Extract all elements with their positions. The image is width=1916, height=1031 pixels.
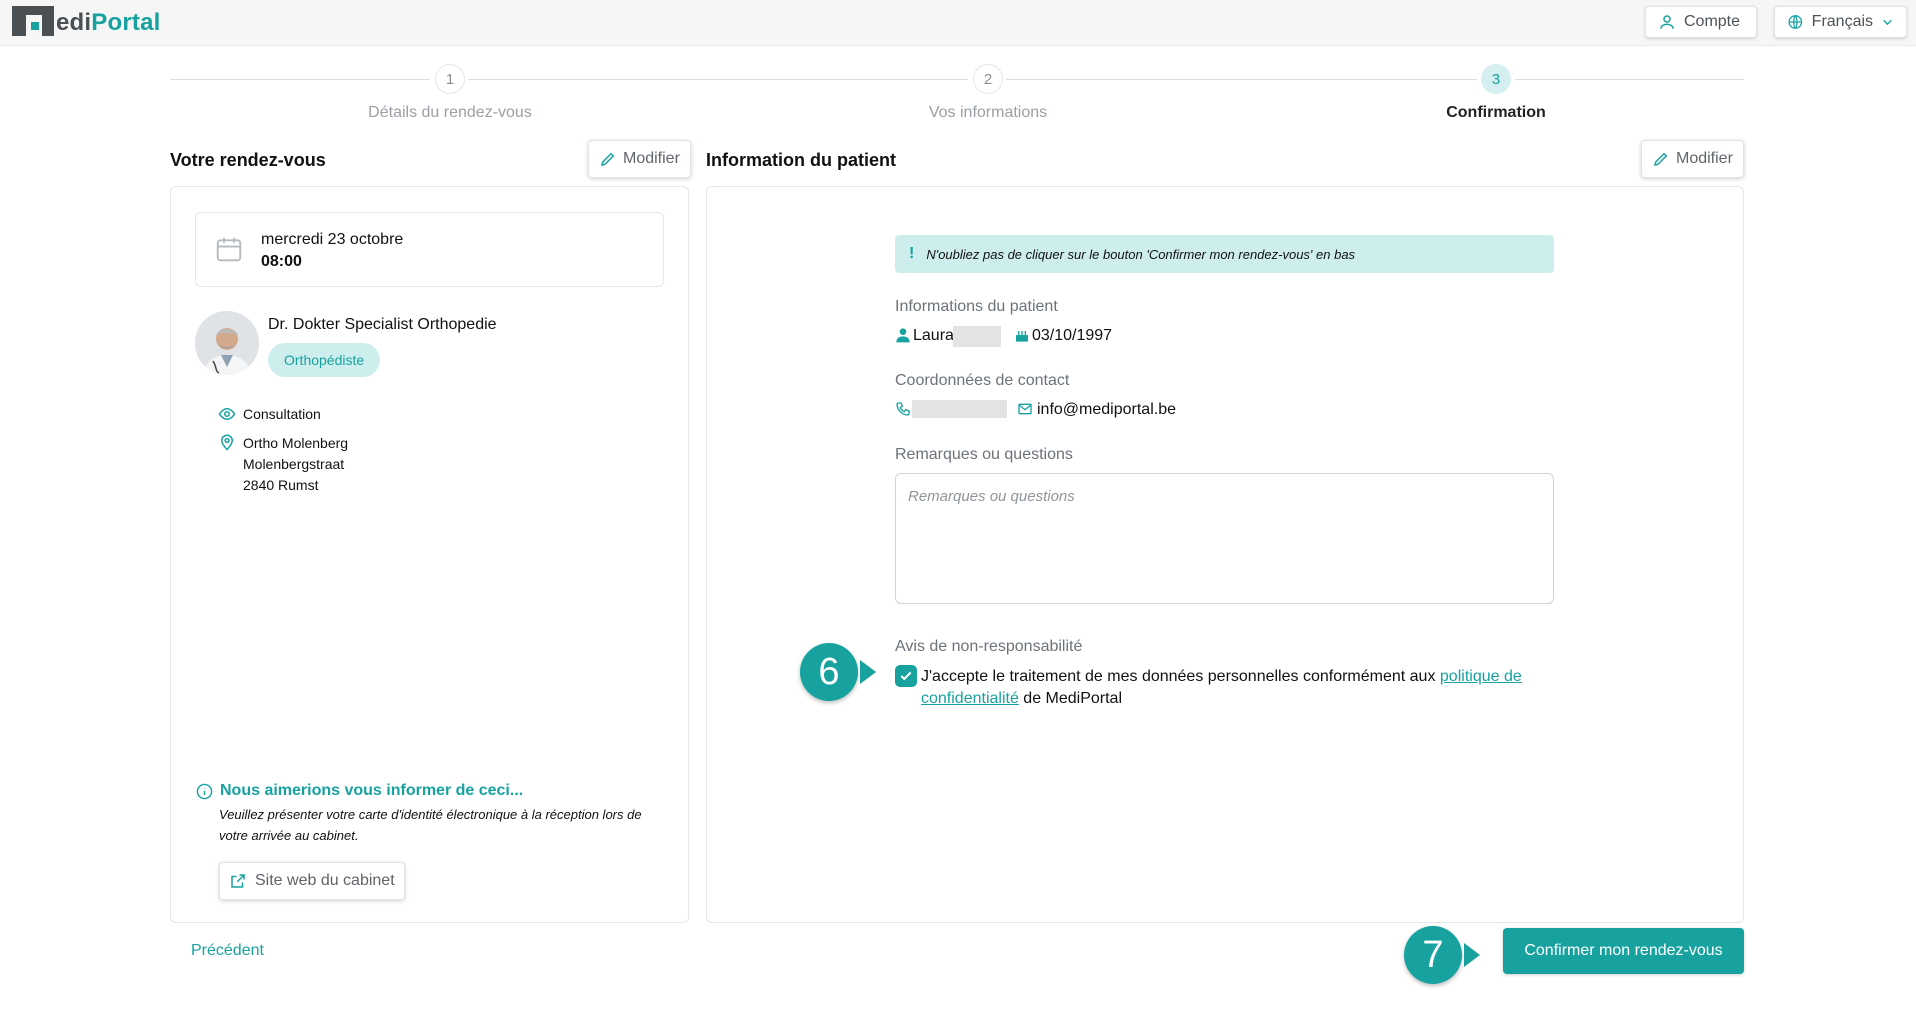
top-bar: ediPortal Compte Français [0, 0, 1916, 46]
alert-text: N'oubliez pas de cliquer sur le bouton '… [926, 246, 1356, 262]
step-2-label: Vos informations [928, 104, 1048, 121]
consent-text: J'accepte le traitement de mes données p… [921, 668, 1522, 707]
logo-text: ediPortal [56, 9, 161, 36]
stepper-line [170, 79, 430, 80]
patient-birth-date: 03/10/1997 [1032, 327, 1113, 344]
person-icon [896, 328, 910, 343]
disclaimer-label: Avis de non-responsabilité [895, 638, 1083, 655]
confirm-reminder-alert: ! N'oubliez pas de cliquer sur le bouton… [895, 235, 1554, 273]
mediportal-logo[interactable]: ediPortal [12, 6, 161, 36]
marker-arrow [860, 660, 876, 684]
globe-icon [1788, 15, 1803, 29]
location-name: Ortho Molenberg [243, 435, 349, 451]
birthday-cake-icon [1016, 331, 1028, 342]
account-label: Compte [1684, 13, 1741, 30]
modify-label: Modifier [623, 150, 680, 167]
redacted-phone [912, 400, 1007, 418]
visit-type: Consultation [243, 406, 321, 422]
stepper-line [1006, 79, 1477, 80]
language-label: Français [1811, 13, 1874, 30]
modify-appointment-button[interactable]: Modifier [588, 140, 691, 178]
practice-website-button[interactable]: Site web du cabinet [219, 862, 405, 900]
stepper-line [1515, 79, 1744, 80]
eye-icon [218, 407, 236, 421]
patient-info-label: Informations du patient [895, 298, 1058, 315]
stepper-line [468, 79, 968, 80]
specialty-badge: Orthopédiste [268, 343, 381, 377]
step-2-circle: 2 [973, 64, 1003, 94]
step-1-label: Détails du rendez-vous [368, 104, 532, 121]
appointment-title: Votre rendez-vous [170, 150, 326, 170]
doctor-name: Dr. Dokter Specialist Orthopedie [268, 316, 497, 333]
step-marker-6: 6 [800, 643, 858, 701]
logo-mark [12, 6, 54, 36]
patient-first-name: Laura [913, 327, 954, 344]
checkmark-icon [900, 671, 912, 681]
marker-arrow [1464, 943, 1480, 967]
appointment-time: 08:00 [261, 253, 302, 270]
redacted-last-name [953, 326, 1001, 347]
external-link-icon [231, 874, 245, 888]
location-city: 2840 Rumst [243, 477, 319, 493]
remarks-textarea[interactable]: Remarques ou questions [895, 473, 1554, 604]
previous-link[interactable]: Précédent [191, 942, 264, 960]
patient-title: Information du patient [706, 150, 896, 170]
language-select[interactable]: Français [1774, 6, 1907, 38]
step-marker-7: 7 [1404, 926, 1462, 984]
phone-icon [896, 402, 910, 416]
envelope-icon [1018, 403, 1032, 415]
modify-patient-button[interactable]: Modifier [1641, 140, 1744, 178]
confirm-appointment-button[interactable]: Confirmer mon rendez-vous [1503, 928, 1744, 974]
location-pin-icon [220, 434, 234, 451]
account-button[interactable]: Compte [1645, 6, 1757, 38]
contact-label: Coordonnées de contact [895, 372, 1070, 389]
step-1-circle: 1 [435, 64, 465, 94]
patient-email: info@mediportal.be [1037, 401, 1176, 418]
info-circle-icon [196, 783, 213, 800]
user-icon [1660, 15, 1674, 29]
calendar-icon [216, 237, 242, 262]
date-box: mercredi 23 octobre 08:00 [195, 212, 664, 287]
pencil-icon [1653, 152, 1668, 167]
appointment-date: mercredi 23 octobre [261, 231, 404, 248]
notice-text: Veuillez présenter votre carte d'identit… [219, 807, 642, 843]
chevron-down-icon [1883, 19, 1892, 26]
step-3-circle: 3 [1481, 64, 1511, 94]
location-street: Molenbergstraat [243, 456, 345, 472]
step-3-label: Confirmation [1446, 104, 1546, 121]
exclamation-icon: ! [909, 245, 915, 262]
notice-title: Nous aimerions vous informer de ceci... [220, 782, 524, 799]
modify-label: Modifier [1676, 150, 1733, 167]
consent-checkbox[interactable] [895, 665, 917, 687]
pencil-icon [600, 152, 615, 167]
doctor-avatar [195, 311, 259, 375]
remarks-label: Remarques ou questions [895, 446, 1073, 463]
website-label: Site web du cabinet [255, 872, 395, 889]
